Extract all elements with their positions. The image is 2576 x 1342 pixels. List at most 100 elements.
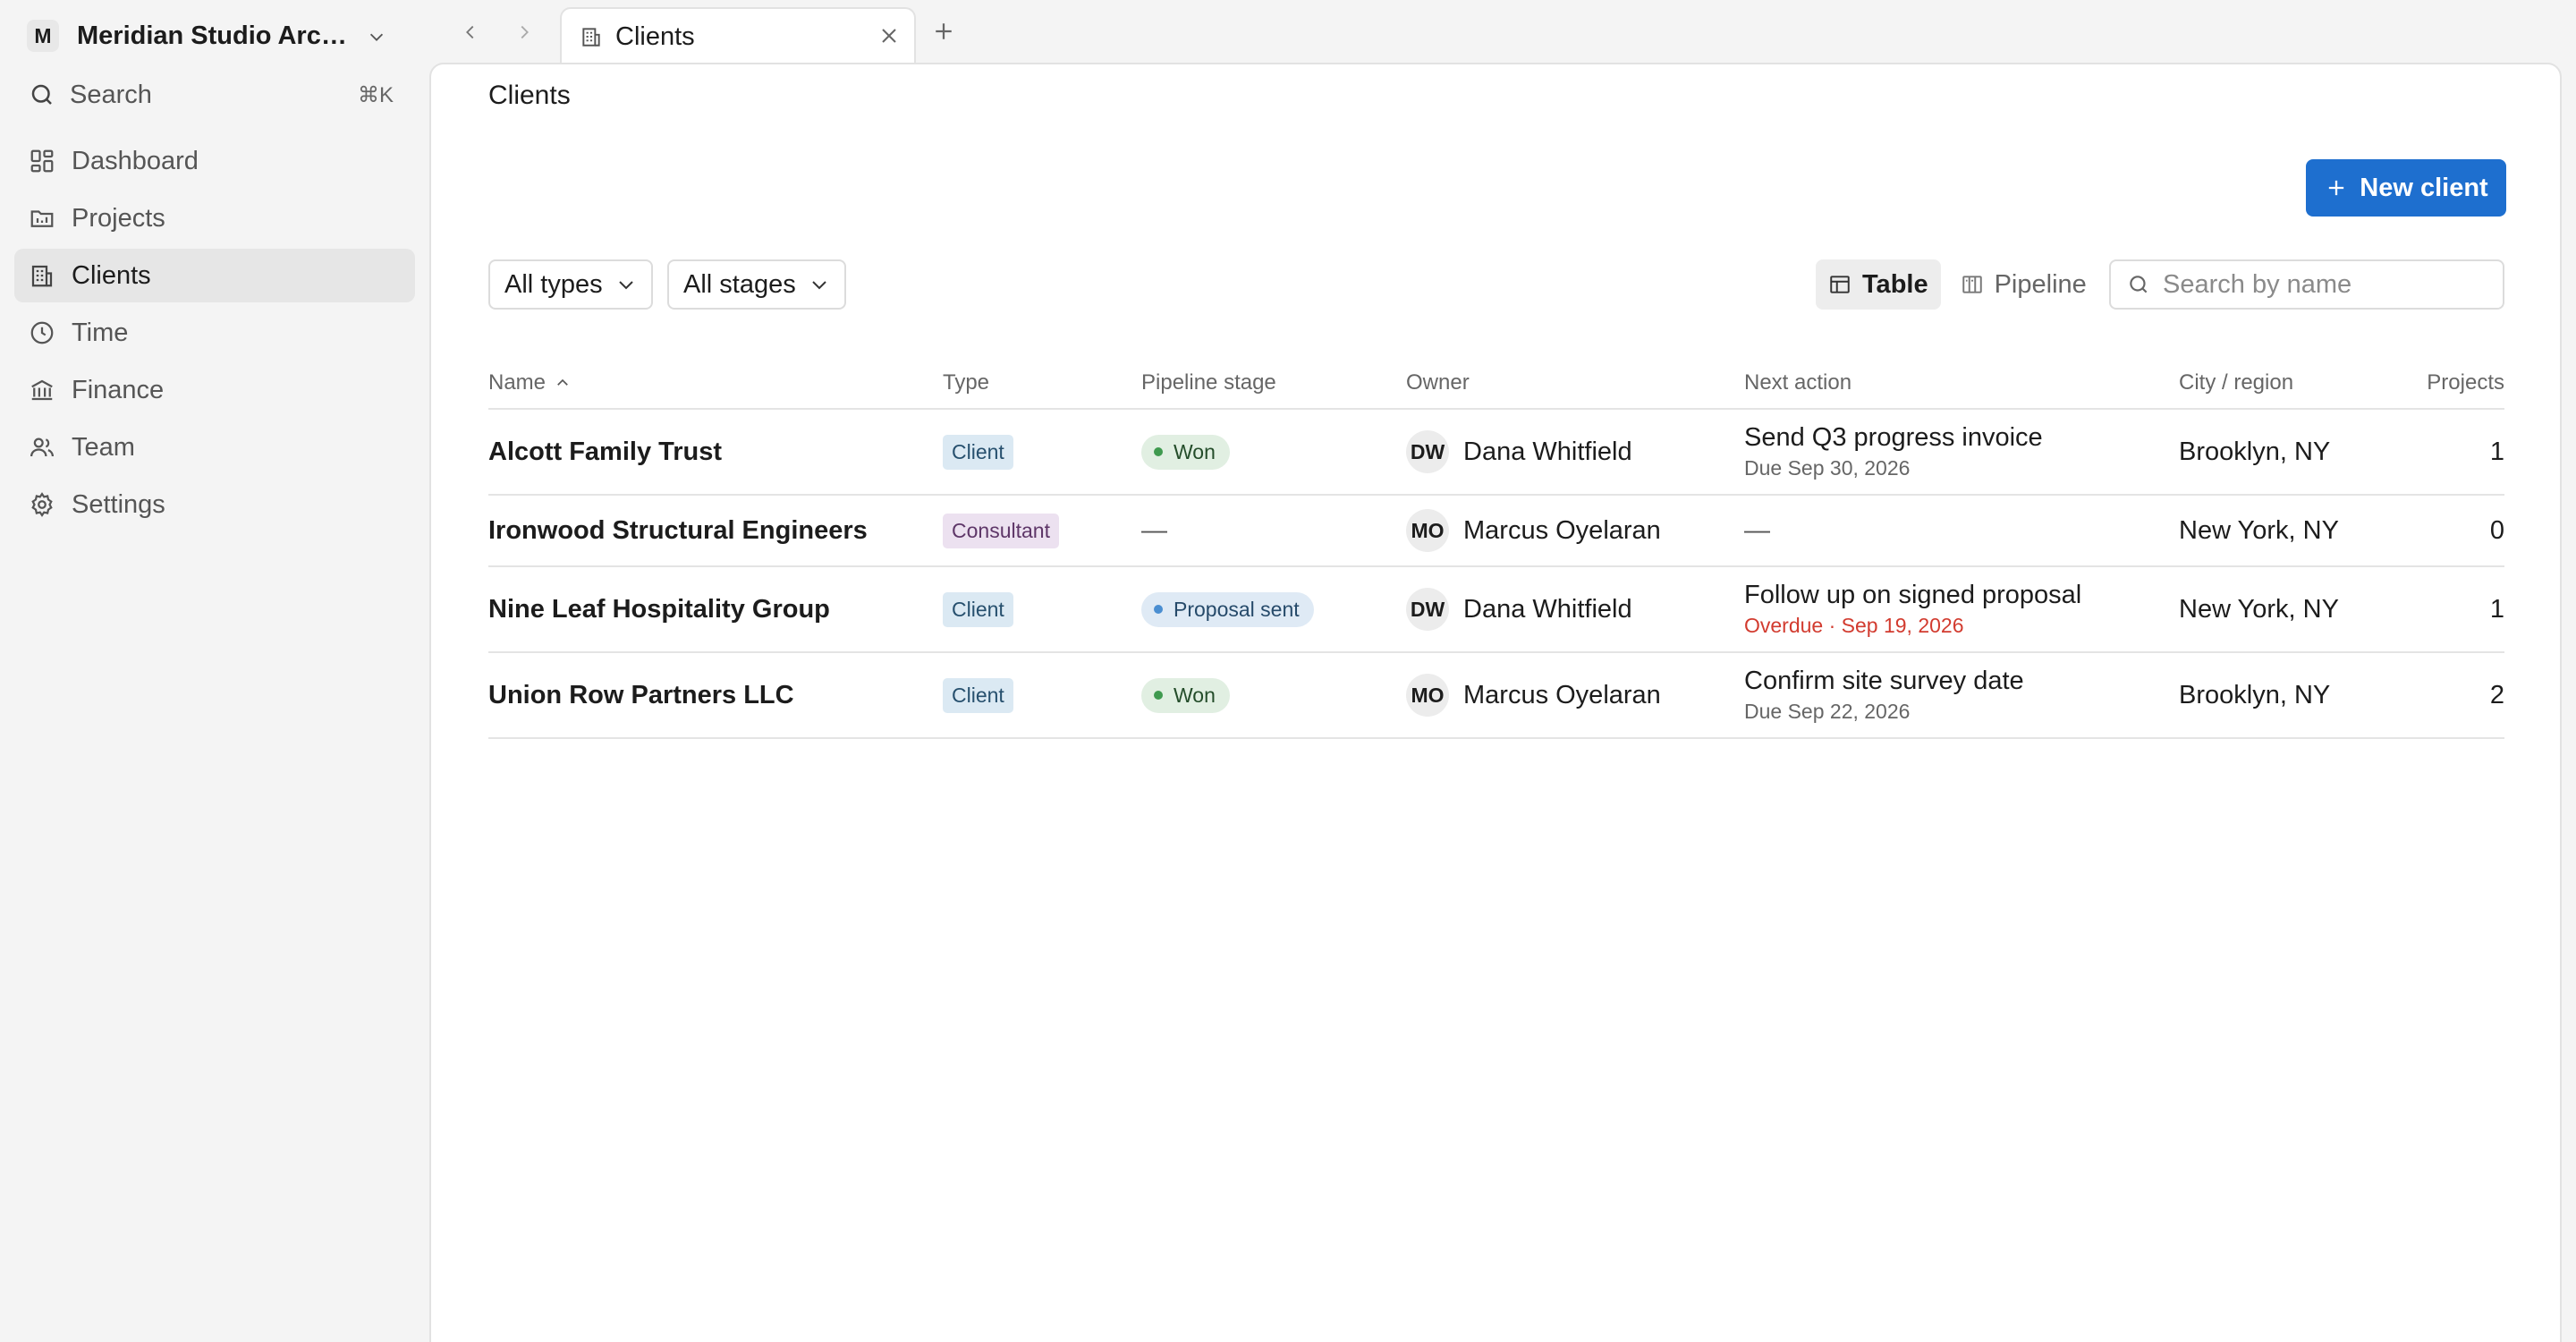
column-header-stage[interactable]: Pipeline stage: [1141, 370, 1276, 395]
sidebar-item-settings[interactable]: Settings: [14, 478, 415, 531]
type-badge: Client: [943, 677, 1013, 713]
search-box: [2109, 259, 2504, 310]
avatar: MO: [1406, 674, 1449, 717]
workspace-avatar: M: [27, 20, 59, 52]
owner-name: Marcus Oyelaran: [1463, 680, 1661, 709]
sidebar-item-label: Dashboard: [72, 146, 199, 175]
column-label: Pipeline stage: [1141, 370, 1276, 395]
sidebar-item-clients[interactable]: Clients: [14, 249, 415, 302]
column-label: Owner: [1406, 370, 1470, 395]
owner-cell: MO Marcus Oyelaran: [1406, 653, 1661, 737]
chevron-down-icon: [809, 274, 830, 295]
users-icon: [29, 434, 55, 461]
search-icon: [2127, 273, 2150, 296]
next-action-cell: Follow up on signed proposal Overdue · S…: [1744, 567, 2081, 651]
avatar: MO: [1406, 509, 1449, 552]
city-cell: Brooklyn, NY: [2179, 437, 2331, 466]
client-name[interactable]: Alcott Family Trust: [488, 410, 722, 494]
table-row[interactable]: Nine Leaf Hospitality Group Client Propo…: [488, 567, 2504, 653]
gear-icon: [29, 491, 55, 518]
column-header-name[interactable]: Name: [488, 370, 571, 395]
sort-ascending-icon: [555, 375, 571, 391]
stage-filter-value: All stages: [683, 269, 796, 299]
search-input[interactable]: [2163, 269, 2485, 300]
column-header-type[interactable]: Type: [943, 370, 989, 395]
dashboard-icon: [29, 148, 55, 174]
stage-filter-select[interactable]: All stages: [667, 259, 846, 310]
sidebar-item-time[interactable]: Time: [14, 306, 415, 360]
sidebar-item-projects[interactable]: Projects: [14, 191, 415, 245]
table-header: Name Type Pipeline stage Owner Next acti…: [488, 360, 2504, 410]
column-header-city[interactable]: City / region: [2179, 370, 2293, 395]
column-header-owner[interactable]: Owner: [1406, 370, 1470, 395]
tab-clients[interactable]: Clients: [560, 7, 916, 64]
plus-icon: [2324, 175, 2349, 200]
search-label: Search: [70, 80, 152, 109]
sidebar-item-label: Finance: [72, 375, 165, 404]
sidebar-item-finance[interactable]: Finance: [14, 363, 415, 417]
next-action-cell: Send Q3 progress invoice Due Sep 30, 202…: [1744, 410, 2043, 494]
table-icon: [1828, 273, 1852, 296]
view-toggle: Table Pipeline: [1816, 259, 2099, 310]
next-action-overdue: Overdue · Sep 19, 2026: [1744, 614, 1964, 637]
stage-label: Won: [1174, 683, 1216, 707]
column-label: Next action: [1744, 370, 1852, 395]
next-action-title: Confirm site survey date: [1744, 667, 2024, 695]
close-icon[interactable]: [877, 23, 902, 48]
workspace-name: Meridian Studio Architects: [77, 21, 354, 50]
owner-name: Marcus Oyelaran: [1463, 515, 1661, 545]
projects-count: 2: [2489, 680, 2504, 709]
sidebar-search[interactable]: Search ⌘K: [14, 75, 408, 115]
avatar: DW: [1406, 588, 1449, 631]
stage-cell: Won: [1141, 653, 1230, 737]
owner-cell: DW Dana Whitfield: [1406, 567, 1632, 651]
new-client-button[interactable]: New client: [2306, 159, 2506, 217]
view-pipeline-button[interactable]: Pipeline: [1948, 259, 2099, 310]
next-action-title: Send Q3 progress invoice: [1744, 423, 2043, 452]
column-label: Type: [943, 370, 990, 395]
owner-name: Dana Whitfield: [1463, 437, 1632, 466]
avatar: DW: [1406, 430, 1449, 473]
column-header-projects[interactable]: Projects: [2427, 370, 2504, 395]
forward-arrow-icon[interactable]: [508, 16, 540, 48]
view-table-label: Table: [1862, 269, 1928, 299]
column-label: City / region: [2179, 370, 2294, 395]
page-title: Clients: [488, 81, 571, 110]
stage-empty: —: [1141, 515, 1167, 545]
table-row[interactable]: Ironwood Structural Engineers Consultant…: [488, 496, 2504, 567]
type-cell: Client: [943, 410, 1013, 494]
client-name[interactable]: Union Row Partners LLC: [488, 653, 794, 737]
city-cell: New York, NY: [2179, 594, 2339, 624]
projects-count: 1: [2489, 437, 2504, 466]
status-dot: [1154, 605, 1163, 614]
sidebar-item-team[interactable]: Team: [14, 420, 415, 474]
tab-label: Clients: [615, 21, 695, 51]
view-table-button[interactable]: Table: [1816, 259, 1941, 310]
next-action-due: Due Sep 30, 2026: [1744, 456, 1911, 480]
bank-icon: [29, 377, 55, 403]
workspace-switcher[interactable]: M Meridian Studio Architects: [14, 14, 408, 57]
table-row[interactable]: Alcott Family Trust Client Won DW Dana W…: [488, 410, 2504, 496]
column-label: Name: [488, 370, 547, 395]
stage-cell: Proposal sent: [1141, 567, 1314, 651]
city-cell: New York, NY: [2179, 515, 2339, 545]
client-name[interactable]: Nine Leaf Hospitality Group: [488, 567, 830, 651]
owner-cell: MO Marcus Oyelaran: [1406, 496, 1661, 565]
stage-badge: Proposal sent: [1141, 591, 1314, 627]
sidebar-item-label: Team: [72, 432, 135, 462]
main-panel: Clients New client All types All stages …: [429, 63, 2562, 1342]
type-filter-select[interactable]: All types: [488, 259, 653, 310]
back-arrow-icon[interactable]: [454, 16, 487, 48]
plus-icon[interactable]: [930, 18, 957, 45]
sidebar: M Meridian Studio Architects Search ⌘K D…: [0, 0, 429, 1342]
sidebar-item-dashboard[interactable]: Dashboard: [14, 134, 415, 188]
next-action-cell: Confirm site survey date Due Sep 22, 202…: [1744, 653, 2024, 737]
new-client-label: New client: [2360, 173, 2488, 202]
table-row[interactable]: Union Row Partners LLC Client Won MO Mar…: [488, 653, 2504, 739]
client-name[interactable]: Ironwood Structural Engineers: [488, 496, 868, 565]
column-header-next-action[interactable]: Next action: [1744, 370, 1852, 395]
sidebar-item-label: Settings: [72, 489, 165, 519]
chevron-down-icon: [615, 274, 637, 295]
building-icon: [580, 25, 603, 48]
stage-label: Won: [1174, 439, 1216, 463]
